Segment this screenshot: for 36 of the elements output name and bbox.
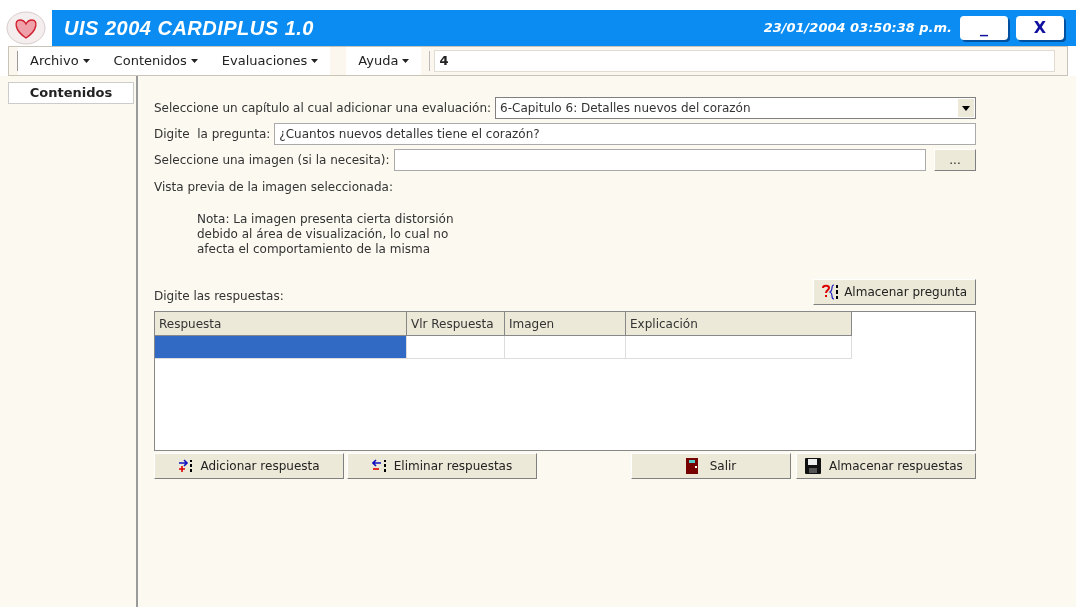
remove-answers-button[interactable]: Eliminar respuestas [347,453,537,479]
close-button[interactable]: X [1016,16,1064,40]
field-label: Seleccione un capítulo al cual adicionar una evaluación: [154,100,492,117]
browse-button[interactable]: ... [934,149,976,171]
table-cell[interactable] [155,336,407,358]
window-title: UIS 2004 CARDIPLUS 1.0 [64,16,314,41]
caret-icon [82,59,90,63]
menu-item[interactable]: Ayuda [346,47,422,75]
note-text: Nota: La imagen presenta cierta distorsión debido al área de visualización, lo cual no afecta el comportamiento de la misma [197,212,455,257]
caret-icon [402,59,410,63]
save-question-button[interactable]: Almacenar pregunta [813,279,976,305]
chapter-dropdown[interactable]: 6-Capitulo 6: Detalles nuevos del corazón [495,97,976,119]
add-answer-button[interactable]: Adicionar respuesta [154,453,344,479]
caret-icon [311,59,319,63]
menu-field[interactable]: 4 [434,50,1055,72]
answers-label: Digite las respuestas: [154,288,284,305]
question-brace-icon [822,284,841,300]
save-answers-button[interactable]: Almacenar respuestas [796,453,976,479]
caret-icon [190,59,198,63]
menu-item[interactable]: Evaluaciones [209,47,331,75]
field-label: Seleccione una imagen (si la necesita): [154,152,390,169]
menu-item[interactable]: Archivo [18,47,102,75]
sidebar-item[interactable]: Contenidos [8,81,134,104]
minimize-button[interactable]: _ [960,16,1008,40]
field-label: Digite la pregunta: [154,126,271,143]
column-header[interactable]: Explicación [626,312,852,335]
image-field[interactable] [393,149,926,171]
door-icon [685,458,698,474]
column-header[interactable]: Vlr Respuesta [407,312,505,335]
question-field[interactable]: ¿Cuantos nuevos detalles tiene el corazón? [274,123,976,145]
preview-label: Vista previa de la imagen seleccionada: [154,179,393,196]
column-header[interactable]: Imagen [505,312,626,335]
menu-item[interactable]: Contenidos [101,47,210,75]
date-time: 23/01/2004 03:50:38 p.m. [763,19,952,38]
exit-button[interactable]: Salir [631,453,791,479]
column-header[interactable]: Respuesta [155,312,407,335]
